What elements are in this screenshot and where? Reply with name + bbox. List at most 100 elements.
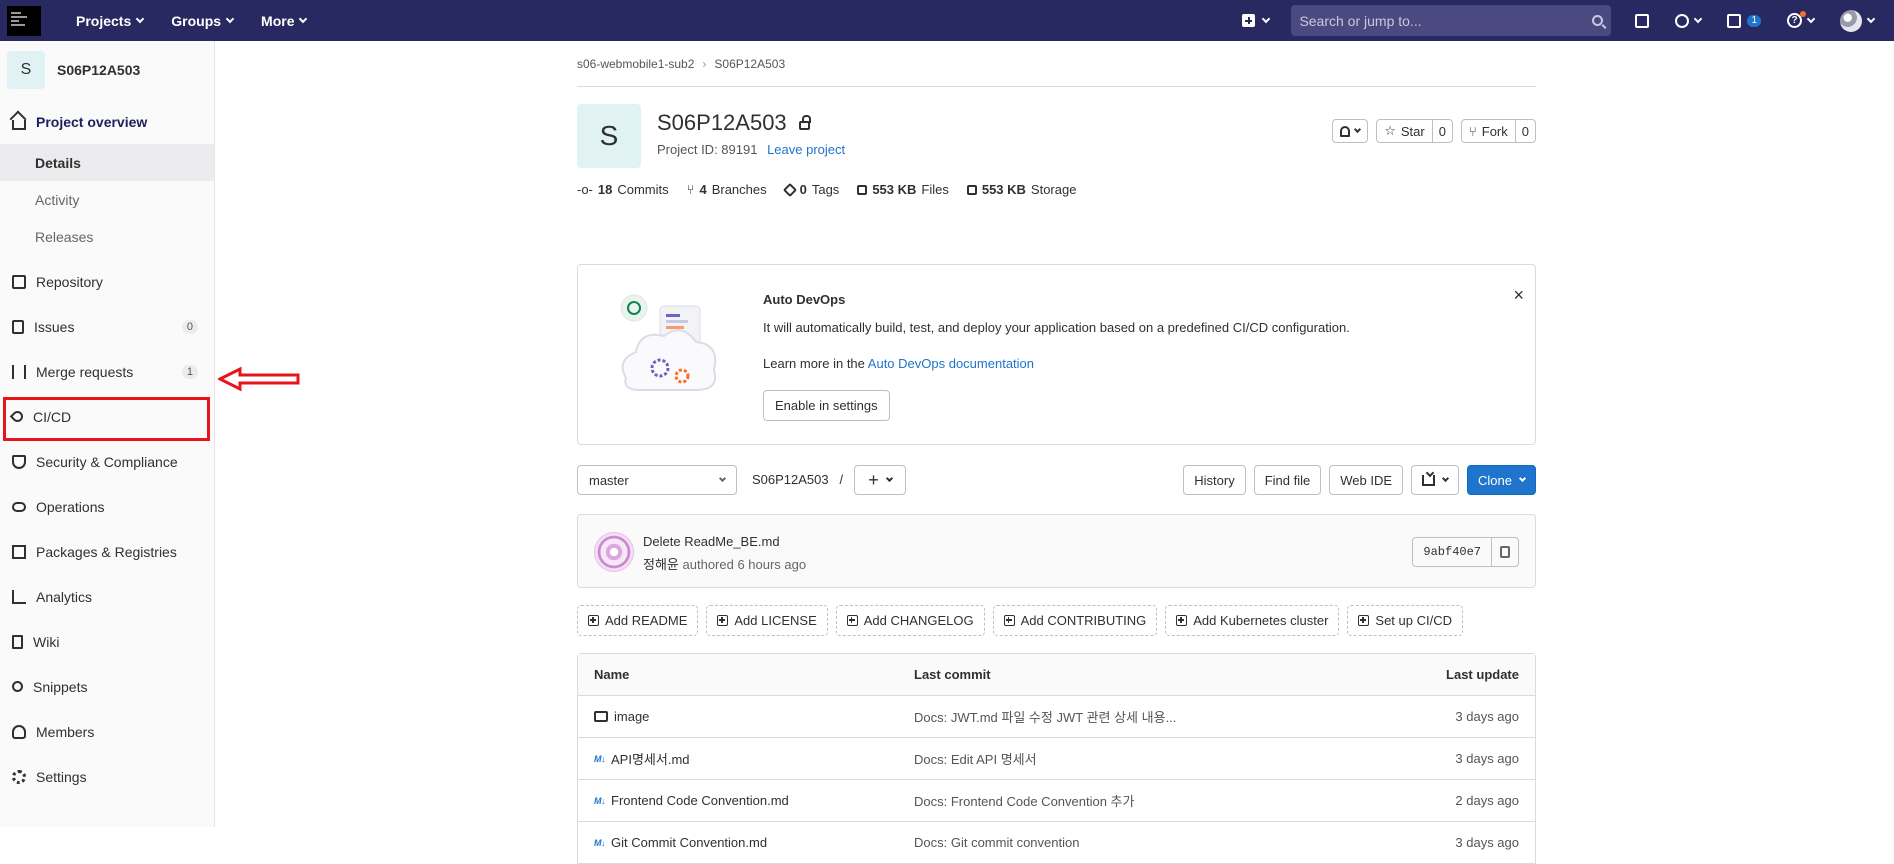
file-last-commit[interactable]: Docs: Frontend Code Convention 추가 [914, 791, 1134, 810]
issues-top-button[interactable] [1635, 13, 1650, 28]
chevron-down-icon [885, 474, 893, 482]
add-contributing-button[interactable]: Add CONTRIBUTING [992, 605, 1158, 636]
sidebar-item-packages[interactable]: Packages & Registries [0, 529, 214, 574]
stat-files[interactable]: 553 KB Files [857, 182, 949, 197]
breadcrumb-project-link[interactable]: S06P12A503 [714, 57, 785, 71]
add-file-dropdown[interactable]: + [854, 465, 906, 495]
sidebar-item-analytics[interactable]: Analytics [0, 574, 214, 619]
sidebar-item-operations[interactable]: Operations [0, 484, 214, 529]
add-license-button[interactable]: Add LICENSE [706, 605, 828, 636]
file-name[interactable]: Frontend Code Convention.md [611, 793, 789, 808]
star-button[interactable]: ☆ Star 0 [1376, 119, 1453, 143]
fork-button[interactable]: ⑂ Fork 0 [1460, 119, 1536, 143]
commit-author-avatar[interactable] [594, 532, 634, 572]
clone-button[interactable]: Clone [1467, 465, 1536, 495]
sidebar-item-repository[interactable]: Repository [0, 259, 214, 304]
todos-button[interactable]: 1 [1727, 13, 1761, 28]
new-dropdown-button[interactable] [1242, 14, 1271, 27]
nav-groups[interactable]: Groups [171, 13, 235, 29]
breadcrumb-group-link[interactable]: s06-webmobile1-sub2 [577, 57, 694, 71]
download-dropdown[interactable] [1411, 465, 1460, 495]
search-box[interactable] [1291, 5, 1612, 36]
todo-check-icon [1727, 13, 1742, 28]
sidebar-item-snippets[interactable]: Snippets [0, 664, 214, 709]
leave-project-link[interactable]: Leave project [767, 142, 845, 157]
file-name[interactable]: API명세서.md [611, 749, 690, 768]
user-menu-button[interactable] [1840, 9, 1876, 32]
package-icon [12, 544, 26, 559]
sidebar-item-wiki[interactable]: Wiki [0, 619, 214, 664]
file-last-commit[interactable]: Docs: Git commit convention [914, 835, 1079, 850]
close-icon[interactable]: × [1513, 285, 1524, 306]
history-button[interactable]: History [1183, 465, 1246, 495]
setup-cicd-button[interactable]: Set up CI/CD [1347, 605, 1463, 636]
project-sidebar: S S06P12A503 Project overview Details Ac… [0, 41, 215, 827]
sidebar-subitem-releases[interactable]: Releases [0, 218, 214, 255]
lock-icon [798, 115, 811, 130]
plus-square-icon [1003, 615, 1015, 626]
table-row[interactable]: M↓ Frontend Code Convention.md Docs: Fron… [578, 780, 1535, 822]
nav-more[interactable]: More [261, 13, 308, 29]
todo-count-badge: 1 [1747, 14, 1761, 27]
gitlab-logo[interactable] [0, 0, 48, 41]
table-row[interactable]: M↓ Git Commit Convention.md Docs: Git com… [578, 822, 1535, 864]
page-title: S06P12A503 [657, 110, 811, 136]
find-file-button[interactable]: Find file [1253, 465, 1322, 495]
sidebar-item-security[interactable]: Security & Compliance [0, 439, 214, 484]
sidebar-subitem-activity[interactable]: Activity [0, 181, 214, 218]
download-icon [1422, 474, 1436, 486]
stat-storage[interactable]: 553 KB Storage [966, 182, 1076, 197]
merge-requests-top-button[interactable] [1675, 13, 1703, 28]
commit-sha[interactable]: 9abf40e7 [1413, 538, 1491, 566]
commit-title[interactable]: Delete ReadMe_BE.md [643, 534, 780, 549]
sidebar-item-members[interactable]: Members [0, 709, 214, 754]
file-last-commit[interactable]: Docs: Edit API 명세서 [914, 749, 1037, 768]
add-changelog-button[interactable]: Add CHANGELOG [835, 605, 985, 636]
plus-square-icon [1242, 14, 1256, 27]
enable-in-settings-button[interactable]: Enable in settings [763, 390, 890, 421]
stat-tags[interactable]: 0 Tags [782, 182, 839, 197]
markdown-icon: M↓ [594, 795, 606, 806]
auto-devops-banner: Auto DevOps It will automatically build,… [577, 264, 1536, 445]
star-icon: ☆ [1384, 123, 1396, 138]
red-arrow-annotation [218, 366, 300, 392]
help-button[interactable]: ? [1787, 11, 1816, 28]
stat-branches[interactable]: ⑂ 4 Branches [687, 182, 767, 197]
table-row[interactable]: image Docs: JWT.md 파일 수정 JWT 관련 상세 내용...… [578, 696, 1535, 738]
stat-commits[interactable]: -o- 18 Commits [577, 182, 669, 197]
sidebar-item-merge-requests[interactable]: Merge requests 1 [0, 349, 214, 394]
notification-dropdown[interactable] [1332, 119, 1369, 143]
home-icon [12, 119, 26, 130]
sidebar-item-settings[interactable]: Settings [0, 754, 214, 799]
search-input[interactable] [1299, 12, 1570, 29]
plus-square-icon [1358, 615, 1370, 626]
branch-selector[interactable]: master [577, 465, 737, 495]
nav-projects[interactable]: Projects [76, 13, 145, 29]
file-last-update: 3 days ago [1455, 709, 1519, 724]
sidebar-subitem-details[interactable]: Details [0, 144, 214, 181]
logo-icon [7, 5, 41, 36]
copy-sha-button[interactable] [1491, 538, 1518, 566]
star-count[interactable]: 0 [1431, 120, 1452, 142]
devops-docs-link[interactable]: Auto DevOps documentation [868, 356, 1034, 371]
commit-author[interactable]: 정해윤 [643, 557, 679, 572]
file-last-commit[interactable]: Docs: JWT.md 파일 수정 JWT 관련 상세 내용... [914, 707, 1176, 726]
issues-count-badge: 0 [181, 319, 198, 334]
web-ide-button[interactable]: Web IDE [1329, 465, 1404, 495]
file-name[interactable]: Git Commit Convention.md [611, 835, 767, 850]
add-kubernetes-button[interactable]: Add Kubernetes cluster [1165, 605, 1340, 636]
repo-root-link[interactable]: S06P12A503 [752, 472, 829, 487]
fork-count[interactable]: 0 [1514, 120, 1535, 142]
commit-sha-group: 9abf40e7 [1412, 537, 1519, 567]
table-header: Name Last commit Last update [578, 654, 1535, 696]
sidebar-item-project-overview[interactable]: Project overview [0, 99, 214, 144]
add-readme-button[interactable]: Add README [577, 605, 699, 636]
chevron-down-icon [1354, 125, 1362, 134]
sidebar-project-name: S06P12A503 [57, 62, 141, 78]
file-name[interactable]: image [614, 709, 649, 724]
devops-description: It will automatically build, test, and d… [763, 320, 1350, 335]
sidebar-item-issues[interactable]: Issues 0 [0, 304, 214, 349]
table-row[interactable]: M↓ API명세서.md Docs: Edit API 명세서 3 days ag… [578, 738, 1535, 780]
commit-meta: 정해윤 authored 6 hours ago [643, 557, 807, 572]
sidebar-project-header[interactable]: S S06P12A503 [0, 41, 214, 99]
